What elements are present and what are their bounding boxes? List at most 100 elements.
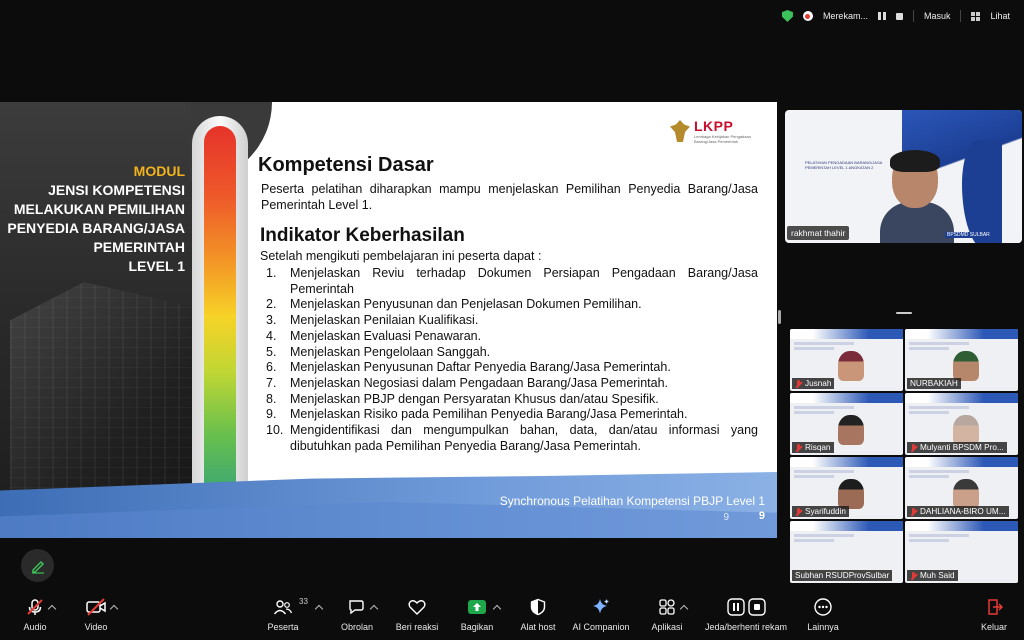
list-item: 4. Menjelaskan Evaluasi Penawaran. [266,329,758,345]
annotate-pencil-button[interactable] [21,549,54,582]
pause-stop-recording-button[interactable]: Jeda/berhenti rekam [705,595,787,632]
gallery-resize-handle[interactable] [896,312,912,314]
recording-icon [802,11,813,21]
leave-button[interactable]: Keluar [959,595,1024,632]
video-label: Video [84,622,108,632]
item-text: Menjelaskan Evaluasi Penawaran. [290,328,482,343]
participant-tile[interactable]: Syarifuddin [790,457,903,519]
share-button[interactable]: Bagikan [442,595,512,632]
item-number: 2. [266,297,277,312]
list-item: 1. Menjelaskan Reviu terhadap Dokumen Per… [266,266,758,297]
participant-name: Mulyanti BPSDM Pro... [920,443,1004,452]
audio-label: Audio [23,622,47,632]
host-tools-label: Alat host [520,622,556,632]
participants-icon [273,600,293,615]
video-button[interactable]: Video [61,595,131,632]
ai-companion-button[interactable]: AI Companion [566,595,636,632]
video-options-chevron-icon[interactable] [109,604,119,614]
participant-tile[interactable]: Mulyanti BPSDM Pro... [905,393,1018,455]
slide-page-number-faint: 9 [723,512,729,523]
active-speaker-video[interactable]: PELATIHAN PENGADAAN BARANG/JASA PEMERINT… [785,110,1022,243]
item-number: 10. [266,423,284,438]
participant-tile[interactable]: Risqan [790,393,903,455]
participant-tile[interactable]: NURBAKIAH [905,329,1018,391]
list-item: 6. Menjelaskan Penyusunan Daftar Penyedia… [266,360,758,376]
thermometer-graphic [192,116,248,536]
top-bar: Merekam... Masuk Lihat [0,0,1024,34]
item-number: 5. [266,344,277,359]
heart-icon [408,600,426,615]
host-tools-shield-icon [530,598,546,616]
react-label: Beri reaksi [395,622,439,632]
participant-avatar [953,351,979,381]
list-item: 3. Menjelaskan Penilaian Kualifikasi. [266,313,758,329]
participant-name: Subhan RSUDProvSulbar [795,571,890,580]
sparkle-icon [593,599,609,614]
participants-button[interactable]: 33 Peserta [248,595,324,632]
security-shield-icon[interactable] [781,10,793,22]
participant-tile[interactable]: Subhan RSUDProvSulbar [790,521,903,583]
more-icon [814,598,832,616]
module-title-line: JENSI KOMPETENSI [48,182,185,198]
view-button[interactable]: Lihat [990,11,1010,21]
audio-button[interactable]: Audio [0,595,70,632]
module-label: MODUL [133,163,185,179]
apps-icon [659,599,675,615]
participant-name: DAHLIANA-BIRO UM... [920,507,1006,516]
split-resize-handle[interactable] [778,310,781,324]
mic-muted-icon [795,507,802,516]
view-grid-icon[interactable] [971,11,981,21]
more-button[interactable]: Lainnya [788,595,858,632]
participant-tile[interactable]: Jusnah [790,329,903,391]
item-number: 7. [266,375,277,390]
participant-avatar [838,351,864,381]
mic-muted-icon [910,443,917,452]
background-ribbon [962,140,1002,243]
item-text: Menjelaskan Negosiasi dalam Pengadaan Ba… [290,375,669,390]
slide-content: Kompetensi Dasar Peserta pelatihan dihar… [258,154,758,454]
host-tools-button[interactable]: Alat host [503,595,573,632]
participant-tile[interactable]: DAHLIANA-BIRO UM... [905,457,1018,519]
divider [912,10,914,22]
participant-name-label: DAHLIANA-BIRO UM... [907,506,1009,517]
participant-avatar [953,479,979,509]
pause-icon [726,598,745,616]
list-item: 8. Menjelaskan PBJP dengan Persyaratan Kh… [266,392,758,408]
share-label: Bagikan [460,622,494,632]
participants-count: 33 [299,597,308,606]
audio-options-chevron-icon[interactable] [47,604,57,614]
sign-in-button[interactable]: Masuk [924,11,951,21]
apps-options-chevron-icon[interactable] [679,604,689,614]
module-title: MODUL JENSI KOMPETENSI MELAKUKAN PEMILIH… [0,162,185,276]
participant-name-label: Mulyanti BPSDM Pro... [907,442,1007,453]
item-number: 1. [266,266,277,280]
participant-name-label: Subhan RSUDProvSulbar [792,570,893,581]
item-text: Mengidentifikasi dan mengumpulkan bahan,… [290,423,758,453]
participant-avatar [953,543,979,573]
pause-recording-button[interactable] [877,12,886,20]
participant-name: Muh Said [920,571,955,580]
logo-subtitle: Lembaga Kebijakan Pengadaan Barang/Jasa … [694,134,751,144]
leave-icon [988,599,1004,615]
participant-tile[interactable]: Muh Said [905,521,1018,583]
participant-name: Jusnah [805,379,832,388]
chat-options-chevron-icon[interactable] [369,604,379,614]
list-item: 7. Menjelaskan Negosiasi dalam Pengadaan … [266,376,758,392]
meeting-toolbar: Audio Video 33 Peserta Obrolan Beri reak… [0,595,1024,640]
item-text: Menjelaskan Risiko pada Pemilihan Penyed… [290,407,688,422]
list-item: 5. Menjelaskan Pengelolaan Sanggah. [266,345,758,361]
participant-name-label: Syarifuddin [792,506,849,517]
mic-muted-icon [795,379,802,388]
item-number: 6. [266,360,277,375]
slide-page-number: 9 [758,510,765,522]
video-off-icon [86,598,106,616]
mic-muted-icon [910,507,917,516]
heading-kompetensi-dasar: Kompetensi Dasar [258,154,434,176]
item-text: Menjelaskan PBJP dengan Persyaratan Khus… [290,391,659,406]
list-item: 9. Menjelaskan Risiko pada Pemilihan Peny… [266,407,758,423]
mic-muted-icon [795,443,802,452]
stop-recording-button[interactable] [895,12,903,20]
share-options-chevron-icon[interactable] [492,604,502,614]
slide-left-panel: MODUL JENSI KOMPETENSI MELAKUKAN PEMILIH… [0,102,195,538]
apps-button[interactable]: Aplikasi [632,595,702,632]
